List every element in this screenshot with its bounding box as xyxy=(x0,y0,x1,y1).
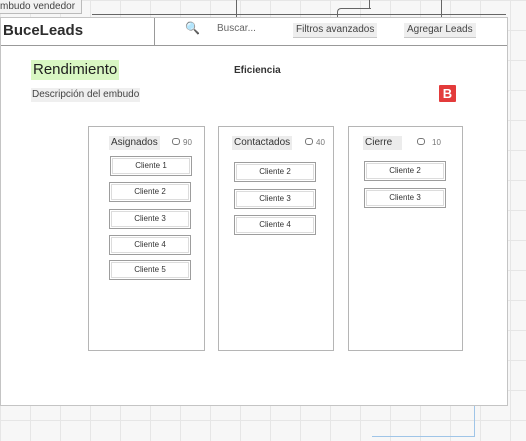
lead-card[interactable]: Cliente 3 xyxy=(364,188,446,208)
b-badge-icon[interactable]: B xyxy=(439,85,456,102)
comment-icon xyxy=(305,138,313,145)
connector-line xyxy=(92,14,506,15)
comment-icon xyxy=(417,138,425,145)
column-count: 90 xyxy=(172,138,192,147)
column-contactados: Contactados 40 Cliente 2 Cliente 3 Clien… xyxy=(218,126,334,351)
lead-card[interactable]: Cliente 4 xyxy=(234,215,316,235)
search-input[interactable]: Buscar... xyxy=(217,23,256,34)
advanced-filters-button[interactable]: Filtros avanzados xyxy=(293,23,378,38)
page-title: Rendimiento xyxy=(31,60,120,80)
column-title: Cierre xyxy=(363,136,403,150)
count-value: 40 xyxy=(316,138,325,147)
lead-card[interactable]: Cliente 3 xyxy=(234,189,316,209)
search-icon[interactable]: 🔍 xyxy=(185,21,200,35)
lead-card[interactable]: Cliente 1 xyxy=(110,156,192,176)
connector-line xyxy=(236,0,237,17)
top-bar: BuceLeads 🔍 Buscar... Filtros avanzados … xyxy=(1,18,507,46)
column-title: Contactados xyxy=(232,136,293,150)
lead-card[interactable]: Cliente 2 xyxy=(109,182,191,202)
column-count: 40 xyxy=(305,138,325,147)
comment-icon xyxy=(172,138,180,145)
column-count: 10 xyxy=(417,138,441,147)
funnel-tag: mbudo vendedor xyxy=(0,0,83,14)
column-asignados: Asignados 90 Cliente 1 Cliente 2 Cliente… xyxy=(88,126,205,351)
connector-line xyxy=(441,0,442,17)
brand-logo[interactable]: BuceLeads xyxy=(3,22,83,39)
connector-line xyxy=(369,0,370,9)
column-title: Asignados xyxy=(109,136,160,150)
lead-card[interactable]: Cliente 5 xyxy=(109,260,191,280)
efficiency-label: Eficiencia xyxy=(234,65,281,76)
app-frame: BuceLeads 🔍 Buscar... Filtros avanzados … xyxy=(0,17,508,406)
connector-line xyxy=(372,436,474,437)
column-cierre: Cierre 10 Cliente 2 Cliente 3 xyxy=(348,126,463,351)
lead-card[interactable]: Cliente 4 xyxy=(109,235,191,255)
lead-card[interactable]: Cliente 2 xyxy=(234,162,316,182)
count-value: 10 xyxy=(432,138,441,147)
lead-card[interactable]: Cliente 2 xyxy=(364,161,446,181)
add-leads-button[interactable]: Agregar Leads xyxy=(404,23,476,38)
lead-card[interactable]: Cliente 3 xyxy=(109,209,191,229)
count-value: 90 xyxy=(183,138,192,147)
funnel-description: Descripción del embudo xyxy=(31,88,141,102)
